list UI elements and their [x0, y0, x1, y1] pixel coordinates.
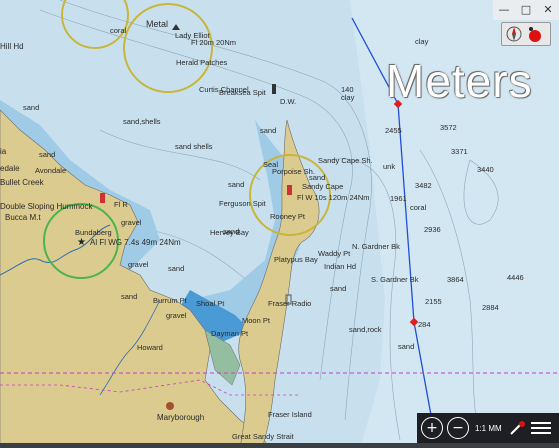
map-controls: + − 1:1 MM [417, 413, 559, 443]
depth-284: 284 [418, 320, 431, 329]
label-fl-r: Fl R [114, 200, 128, 209]
label-waddy: Waddy Pt [318, 249, 351, 258]
depth-4446: 4446 [507, 273, 524, 282]
depth-3371: 3371 [451, 147, 468, 156]
label-maryborough: Maryborough [157, 413, 205, 422]
zoom-scale: 1:1 MM [475, 423, 502, 433]
label-platypus: Platypus Bay [274, 255, 318, 264]
label-gravel-3: gravel [166, 311, 187, 320]
depth-2936: 2936 [424, 225, 441, 234]
label-sand-c: sand [260, 126, 277, 135]
label-gravel-1: gravel [121, 218, 142, 227]
zoom-out-icon[interactable]: − [447, 417, 469, 439]
label-fraser-island: Fraser Island [268, 410, 312, 419]
label-ia: ia [0, 147, 7, 156]
label-herald-patches: Herald Patches [176, 58, 228, 67]
label-dayman-pt: Dayman Pt [211, 329, 249, 338]
label-clay-1: clay [415, 37, 429, 46]
label-gravel-2: gravel [128, 260, 149, 269]
label-moon-pt: Moon Pt [242, 316, 270, 325]
label-sand-shells-2: sand shells [175, 142, 213, 151]
depth-1961: 1961 [390, 194, 407, 203]
label-sand-b: sand [39, 150, 56, 159]
depth-2155: 2155 [425, 297, 442, 306]
label-double-sloping: Double Sloping Hummock [0, 202, 93, 211]
zoom-in-icon[interactable]: + [421, 417, 443, 439]
label-rooney-pt: Rooney Pt [270, 212, 306, 221]
depth-3440: 3440 [477, 165, 494, 174]
close-icon[interactable]: ✕ [537, 0, 559, 18]
status-bar [0, 443, 559, 448]
label-coral-2: coral [410, 203, 427, 212]
label-sandy-cape: Sandy Cape [302, 182, 344, 191]
label-bullet-creek: Bullet Creek [0, 178, 44, 187]
label-sand-rock: sand,rock [349, 325, 382, 334]
label-sand-i: sand [121, 292, 138, 301]
label-clay-2: clay [341, 93, 355, 102]
label-coral-1: coral [110, 26, 127, 35]
label-porpoise: Porpoise Sh. [272, 167, 315, 176]
label-sand-d: sand [228, 180, 245, 189]
label-hill-hd: Hill Hd [0, 42, 24, 51]
hamburger-menu-icon[interactable] [531, 419, 551, 437]
label-indian-hd: Indian Hd [324, 262, 357, 271]
label-hervey-bay: Hervey Bay [210, 228, 249, 237]
window-controls: — □ ✕ [493, 0, 559, 20]
label-dw: D.W. [280, 97, 297, 106]
label-ferguson-spit: Ferguson Spit [219, 199, 266, 208]
label-great-sandy: Great Sandy Strait [232, 432, 294, 441]
label-metal: Metal [146, 19, 169, 29]
label-bucca: Bucca M.t [5, 213, 41, 222]
label-breaksea-spit: Breaksea Spit [219, 88, 266, 97]
depth-3864: 3864 [447, 275, 464, 284]
label-s-gardner: S. Gardner Bk [371, 275, 419, 284]
route-tool-icon[interactable] [509, 420, 525, 436]
minimize-icon[interactable]: — [493, 0, 515, 18]
depth-2455: 2455 [385, 126, 402, 135]
label-avondale: Avondale [35, 166, 67, 175]
maximize-icon[interactable]: □ [515, 0, 537, 18]
label-burrum: Burrum Pt [153, 296, 187, 305]
label-sand-f: sand [168, 264, 185, 273]
label-140: 140 [341, 85, 354, 94]
label-sand-shells-1: sand,shells [123, 117, 161, 126]
label-bundaberg: Bundaberg [75, 228, 112, 237]
north-up-toggle[interactable] [501, 22, 551, 46]
units-overlay: Meters [386, 55, 533, 107]
label-fl-20m: Fl 20m 20Nm [191, 38, 237, 47]
label-sand-j: sand [398, 342, 415, 351]
label-sand-g: sand [330, 284, 347, 293]
label-n-gardner: N. Gardner Bk [352, 242, 400, 251]
svg-text:★: ★ [77, 237, 86, 248]
label-al-fl: Al Fl WG 7.4s 49m 24Nm [90, 238, 181, 247]
label-sand-a: sand [23, 103, 40, 112]
label-fraser-radio: Fraser Radio [268, 299, 312, 308]
label-sandy-cape-sh: Sandy Cape Sh. [318, 156, 373, 165]
label-unk: unk [383, 162, 396, 171]
depth-3572: 3572 [440, 123, 457, 132]
label-edale: edale [0, 164, 20, 173]
label-fl-w: Fl W 10s 120m 24Nm [297, 193, 370, 202]
depth-2884: 2884 [482, 303, 499, 312]
depth-3482: 3482 [415, 181, 432, 190]
north-arrow-icon [506, 26, 541, 42]
label-howard: Howard [137, 343, 163, 352]
label-shoal-pt: Shoal Pt [196, 299, 225, 308]
